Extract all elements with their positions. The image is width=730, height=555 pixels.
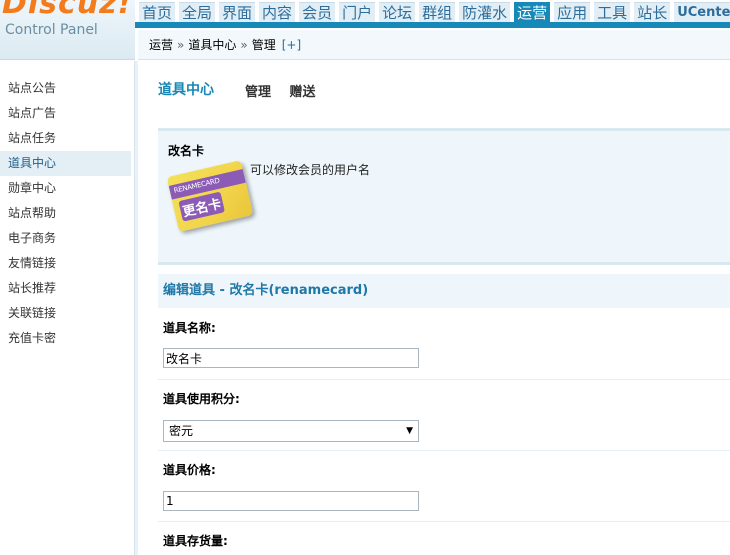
page-title: 道具中心 [158,82,214,98]
sidebar-menu: 站点公告 站点广告 站点任务 道具中心 勋章中心 站点帮助 电子商务 友情链接 … [0,61,134,351]
breadcrumb-separator: » [177,38,185,52]
tab-tools[interactable]: 工具 [594,2,631,22]
tab-content[interactable]: 内容 [259,2,296,22]
tab-webmaster[interactable]: 站长 [634,2,671,22]
edit-section-title: 编辑道具 - 改名卡(renamecard) [158,274,730,308]
tab-home[interactable]: 首页 [139,2,176,22]
manage-link[interactable]: 管理 [245,85,271,100]
sidebar-divider [135,61,138,555]
prop-name: 改名卡 [168,144,205,158]
prop-name-input[interactable] [163,348,419,368]
prop-price-input[interactable] [163,491,419,511]
tab-anti-spam[interactable]: 防灌水 [459,2,511,22]
sidebar-item-prop-center[interactable]: 道具中心 [0,151,131,176]
main-content: 道具中心 管理 赠送 改名卡 RENAMECARD 更名卡 可以修改会员的用户名… [158,61,730,555]
sidebar-item-related-links[interactable]: 关联链接 [0,301,131,326]
prop-name-label: 道具名称: [163,321,216,335]
prop-stock-label: 道具存货量: [163,534,228,548]
tab-groups[interactable]: 群组 [419,2,456,22]
tab-global[interactable]: 全局 [179,2,216,22]
row-divider [158,379,730,380]
prop-price-label: 道具价格: [163,463,216,477]
sidebar-item-recommend[interactable]: 站长推荐 [0,276,131,301]
tab-interface[interactable]: 界面 [219,2,256,22]
breadcrumb-item-manage: 管理 [251,38,276,52]
tab-members[interactable]: 会员 [299,2,336,22]
sidebar-item-friend-links[interactable]: 友情链接 [0,251,131,276]
section-links: 管理 赠送 [245,81,330,100]
tab-ucenter[interactable]: UCenter [674,2,730,22]
row-divider [158,450,730,451]
admin-control-panel: Discuz! Control Panel 首页 全局 界面 内容 会员 门户 … [0,0,730,555]
sidebar-item-ecommerce[interactable]: 电子商务 [0,226,131,251]
row-divider [158,521,730,522]
breadcrumb: 运营» 道具中心» 管理 [+] [138,30,730,60]
breadcrumb-item-prop-center[interactable]: 道具中心 [188,38,236,52]
prop-description: 可以修改会员的用户名 [250,163,371,177]
prop-credit-label: 道具使用积分: [163,392,240,406]
rename-card-icon: RENAMECARD 更名卡 [166,160,254,232]
logo[interactable]: Discuz! Control Panel [0,0,135,60]
add-shortcut-button[interactable]: [+] [282,38,301,52]
prop-credit-select[interactable]: 密元 ▼ [163,420,419,442]
breadcrumb-item-operations[interactable]: 运营 [149,38,173,52]
prop-credit-selected: 密元 [169,424,194,438]
gift-link[interactable]: 赠送 [290,85,316,100]
sidebar-item-medals[interactable]: 勋章中心 [0,176,131,201]
caret-down-icon: ▼ [406,426,413,436]
tab-apps[interactable]: 应用 [554,2,591,22]
sidebar-item-announcements[interactable]: 站点公告 [0,76,131,101]
nav-underline [135,22,730,28]
sidebar-item-help[interactable]: 站点帮助 [0,201,131,226]
top-nav: 首页 全局 界面 内容 会员 门户 论坛 群组 防灌水 运营 应用 工具 站长 … [135,0,730,22]
breadcrumb-separator: » [240,38,248,52]
sidebar-item-tasks[interactable]: 站点任务 [0,126,131,151]
sidebar-item-ads[interactable]: 站点广告 [0,101,131,126]
tab-portal[interactable]: 门户 [339,2,376,22]
sidebar: 站点公告 站点广告 站点任务 道具中心 勋章中心 站点帮助 电子商务 友情链接 … [0,61,138,555]
prop-info-box: 改名卡 RENAMECARD 更名卡 可以修改会员的用户名 [158,128,730,265]
sidebar-item-recharge-cards[interactable]: 充值卡密 [0,326,131,351]
tab-operations[interactable]: 运营 [514,2,551,22]
logo-sub-text: Control Panel [5,22,98,38]
logo-main-text: Discuz! [2,0,133,21]
tab-forum[interactable]: 论坛 [379,2,416,22]
